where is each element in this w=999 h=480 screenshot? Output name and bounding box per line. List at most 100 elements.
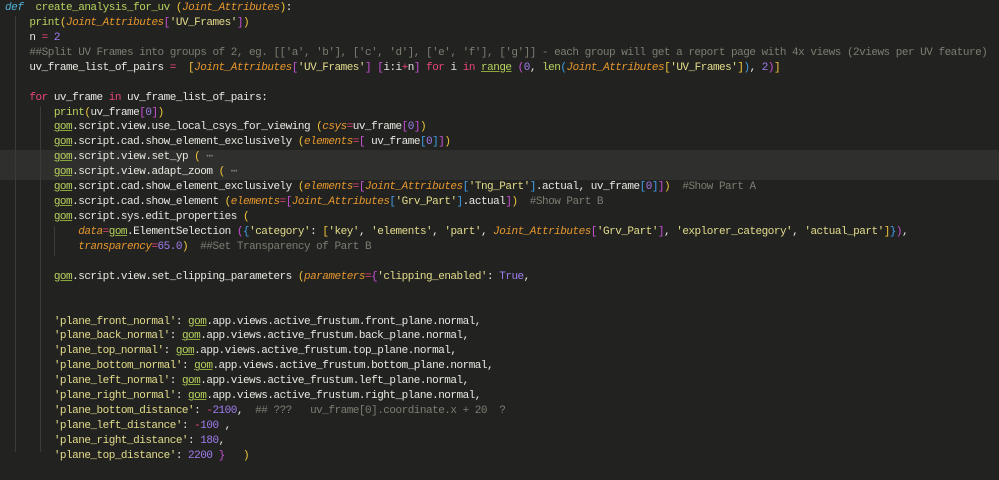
code-token: print <box>29 16 60 29</box>
code-token: ##Set Transparency of Part B <box>200 240 372 253</box>
code-line[interactable]: data=gom.ElementSelection ({'category': … <box>0 225 999 240</box>
code-token: .actual, uv_frame <box>535 181 640 194</box>
folded-region-ellipsis[interactable]: ⋯ <box>200 151 213 163</box>
code-line[interactable]: uv_frame_list_of_pairs = [Joint_Attribut… <box>0 61 999 76</box>
code-line[interactable]: def create_analysis_for_uv (Joint_Attrib… <box>0 1 999 16</box>
code-line[interactable]: 'plane_left_normal': gom.app.views.activ… <box>0 374 999 389</box>
code-token: , <box>523 270 531 283</box>
code-token: 'UV_Frames' <box>169 16 238 29</box>
code-token: , <box>218 420 232 433</box>
code-token: Joint_Attributes <box>291 196 390 209</box>
code-token: .app.views.active_frustum.bottom_plane.n… <box>212 360 494 373</box>
code-line[interactable]: 'plane_back_normal': gom.app.views.activ… <box>0 329 999 344</box>
code-token: #Show Part B <box>529 196 604 209</box>
code-token: gom <box>53 166 73 179</box>
code-token: in <box>462 61 476 74</box>
code-token: , <box>664 225 677 238</box>
code-token: , <box>218 434 226 447</box>
code-line[interactable]: gom.script.view.set_clipping_parameters … <box>0 270 999 285</box>
code-line[interactable]: gom.script.cad.show_element_exclusively … <box>0 180 999 195</box>
code-token: gom <box>181 375 201 388</box>
code-line[interactable]: gom.script.sys.edit_properties ( <box>0 210 999 225</box>
code-editor[interactable]: 'plane_top_distance': 2200 } ) 'plane_ri… <box>0 0 999 480</box>
code-line[interactable]: gom.script.cad.show_element (elements=[J… <box>0 195 999 210</box>
code-line[interactable]: gom.script.view.use_local_csys_for_viewi… <box>0 120 999 135</box>
code-token: , <box>236 405 256 418</box>
code-line[interactable]: gom.script.cad.show_element_exclusively … <box>0 135 999 150</box>
code-token: 'plane_back_normal' <box>53 330 170 343</box>
code-line[interactable]: gom.script.view.adapt_zoom ( ⋯ <box>0 165 999 181</box>
code-line[interactable]: 'plane_bottom_distance': -2100, ## ??? u… <box>0 404 999 419</box>
folded-region-ellipsis[interactable]: ⋯ <box>225 166 238 178</box>
code-token: gom <box>53 121 73 134</box>
code-token: 65.0 <box>157 240 183 253</box>
code-token: True <box>499 270 524 283</box>
code-line[interactable]: print(uv_frame[0]) <box>0 106 999 121</box>
code-token: , <box>902 225 909 238</box>
code-token: , <box>432 225 445 238</box>
code-token: .script.cad.show_element_exclusively <box>72 136 298 149</box>
code-token: ) <box>243 16 250 29</box>
code-token: , <box>480 225 494 238</box>
code-token: i:i <box>383 61 402 74</box>
code-token: : <box>169 375 182 388</box>
code-token: gom <box>175 345 195 358</box>
code-token: gom <box>188 390 207 403</box>
code-token: elements <box>303 181 353 194</box>
code-token: , <box>358 225 372 238</box>
code-line[interactable]: gom.script.view.set_yp ( ⋯ <box>0 150 999 166</box>
indent-guide <box>15 16 16 452</box>
code-token: elements <box>230 196 280 209</box>
code-token: 'UV_Frames' <box>670 61 738 74</box>
code-line[interactable]: 'plane_front_normal': gom.app.views.acti… <box>0 315 999 330</box>
code-token: Joint_Attributes <box>566 61 665 74</box>
code-line[interactable]: 'plane_bottom_normal': gom.app.views.act… <box>0 359 999 374</box>
code-line[interactable] <box>0 300 999 315</box>
code-token: gom <box>53 196 73 209</box>
code-token: .script.view.use_local_csys_for_viewing <box>72 121 317 134</box>
code-line[interactable]: transparency=65.0) ##Set Transparency of… <box>0 240 999 255</box>
code-token: uv_frame_list_of_pairs <box>5 61 170 74</box>
code-line[interactable]: ##Split UV Frames into groups of 2, eg. … <box>0 46 999 61</box>
code-token: .app.views.active_frustum.right_plane.no… <box>206 390 481 403</box>
code-line[interactable]: 'plane_right_distance': 180, <box>0 434 999 449</box>
code-token: .app.views.active_frustum.left_plane.nor… <box>200 375 469 388</box>
code-token: ##Split UV Frames into groups of 2, eg. … <box>29 46 988 59</box>
code-token: transparency <box>78 240 152 253</box>
code-token: , <box>749 61 762 74</box>
code-line[interactable]: 'plane_left_distance': -100 , <box>0 419 999 434</box>
code-token: gom <box>53 211 73 224</box>
code-token: .app.views.active_frustum.top_plane.norm… <box>194 345 457 358</box>
code-token: : <box>175 390 189 403</box>
code-line[interactable]: 'plane_top_normal': gom.app.views.active… <box>0 344 999 359</box>
code-line[interactable]: 'plane_right_normal': gom.app.views.acti… <box>0 389 999 404</box>
code-line[interactable] <box>0 76 999 91</box>
code-token: uv_frame <box>90 106 140 119</box>
code-line[interactable]: 'plane_top_distance': 2200 } ) <box>0 449 999 464</box>
code-line[interactable]: n = 2 <box>0 31 999 46</box>
code-line[interactable]: for uv_frame in uv_frame_list_of_pairs: <box>0 91 999 106</box>
code-line[interactable] <box>0 255 999 270</box>
code-token: : <box>163 345 176 358</box>
code-line[interactable] <box>0 285 999 300</box>
code-token: uv_frame_list_of_pairs: <box>120 91 268 104</box>
code-line[interactable]: print(Joint_Attributes['UV_Frames']) <box>0 16 999 31</box>
code-token: : <box>175 315 189 328</box>
code-token: for <box>426 61 445 74</box>
code-token: parameters <box>303 270 366 283</box>
